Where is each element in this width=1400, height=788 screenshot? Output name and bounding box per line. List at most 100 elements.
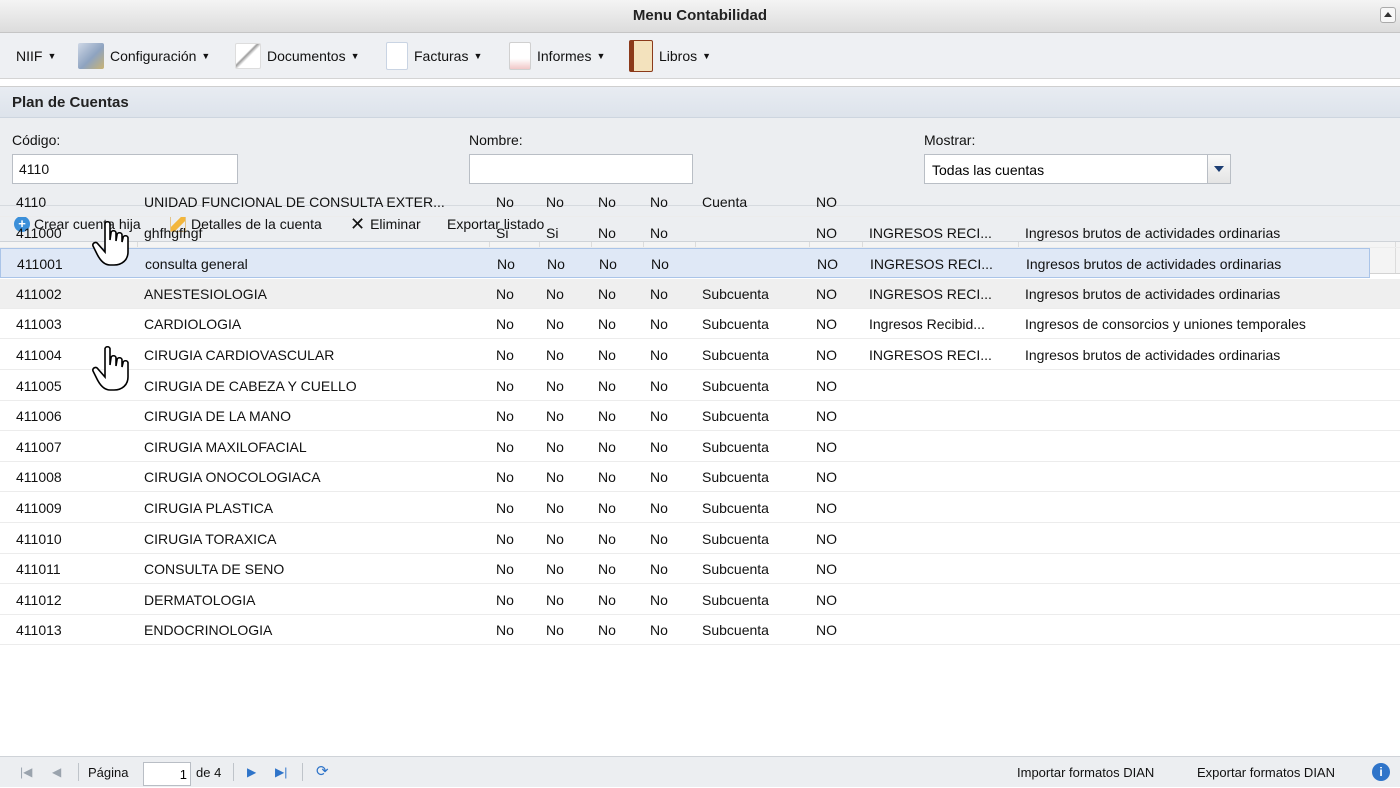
nombre-input[interactable]	[469, 154, 693, 184]
cell-formato: INGRESOS RECI...	[870, 256, 993, 273]
cell-conceptos: Ingresos brutos de actividades ordinaria…	[1025, 285, 1281, 302]
cell-niif: NO	[816, 500, 837, 516]
table-row[interactable]: 411012 DERMATOLOGIA No No No No Subcuenta NO	[0, 585, 1400, 615]
cell-niif: NO	[816, 591, 837, 608]
table-row[interactable]: 411000 ghfhgfhgf Si Si No No NO INGRESOS RECI..…	[0, 218, 1400, 248]
cell-formato: INGRESOS RECI...	[869, 224, 992, 241]
table-row[interactable]: 411008 CIRUGIA ONOCOLOGIACA No No No No Subcue…	[0, 462, 1400, 493]
export-dian-link[interactable]: Exportar formatos DIAN	[1197, 765, 1335, 780]
cell-mov: No	[496, 377, 514, 394]
cell-nombre: consulta general	[145, 256, 248, 273]
menu-bar: NIIF ▼ Configuración ▼ Documentos ▼ Factura…	[0, 33, 1400, 79]
menu-libros[interactable]: Libros ▼	[629, 33, 711, 79]
table-row[interactable]: 411006 CIRUGIA DE LA MANO No No No No Subcuent…	[0, 401, 1400, 432]
cell-sucursal: No	[650, 285, 668, 302]
table-row[interactable]: 4110 UNIDAD FUNCIONAL DE CONSULTA EXTER..…	[0, 187, 1400, 217]
cell-nit: Si	[546, 224, 559, 241]
cell-conceptos: Ingresos brutos de actividades ordinaria…	[1025, 347, 1281, 363]
table-row[interactable]: 411013 ENDOCRINOLOGIA No No No No Subcuenta NO	[0, 615, 1400, 646]
cell-niif: NO	[816, 194, 837, 210]
cell-mov: Si	[496, 224, 509, 241]
cell-centro: No	[598, 622, 616, 639]
cell-nombre: CONSULTA DE SENO	[144, 561, 285, 578]
first-page-icon[interactable]: |◀	[20, 765, 32, 779]
cell-niif: NO	[816, 438, 837, 455]
chevron-down-icon[interactable]	[1207, 155, 1230, 183]
cell-sucursal: No	[650, 316, 668, 333]
menu-facturas[interactable]: Facturas ▼	[386, 33, 482, 79]
cell-nombre: CIRUGIA MAXILOFACIAL	[144, 438, 307, 455]
table-row[interactable]: 411009 CIRUGIA PLASTICA No No No No Subcuenta N…	[0, 493, 1400, 523]
cell-mov: No	[496, 316, 514, 333]
cell-tipo	[696, 218, 810, 248]
menu-facturas-label: Facturas	[414, 48, 469, 64]
table-row[interactable]: 411002 ANESTESIOLOGIA No No No No Subcuenta NO I…	[0, 278, 1400, 309]
cell-sucursal: No	[650, 561, 668, 578]
pagination-bar: |◀ ◀ Página de 4 ▶ ▶| ⟳ Importar formato…	[0, 756, 1400, 787]
cell-centro: No	[599, 256, 617, 273]
cell-mov: No	[496, 530, 514, 547]
chevron-down-icon: ▼	[702, 51, 712, 61]
cell-sucursal: No	[650, 591, 668, 608]
cell-centro: No	[598, 224, 616, 241]
cell-centro: No	[598, 194, 616, 210]
info-icon[interactable]: i	[1372, 763, 1390, 781]
table-row[interactable]: 411005 CIRUGIA DE CABEZA Y CUELLO No No No No…	[0, 371, 1400, 401]
table-row[interactable]: 411010 CIRUGIA TORAXICA No No No No Subcuenta N…	[0, 524, 1400, 554]
table-row[interactable]: 411003 CARDIOLOGIA No No No No Subcuenta NO Ingr…	[0, 309, 1400, 340]
menu-documentos[interactable]: Documentos ▼	[235, 33, 360, 79]
cell-nit: No	[547, 256, 565, 273]
cell-conceptos	[1019, 462, 1379, 492]
hand-cursor-icon	[92, 220, 129, 266]
cell-centro: No	[598, 377, 616, 394]
menu-documentos-label: Documentos	[267, 48, 346, 64]
menu-configuracion[interactable]: Configuración ▼	[78, 33, 210, 79]
last-page-icon[interactable]: ▶|	[275, 765, 287, 779]
cell-tipo: Subcuenta	[702, 469, 769, 486]
menu-libros-label: Libros	[659, 48, 698, 64]
cell-tipo: Subcuenta	[702, 500, 769, 516]
menu-informes-label: Informes	[537, 48, 592, 64]
mostrar-select-value: Todas las cuentas	[932, 162, 1045, 178]
pager-separator	[233, 763, 234, 781]
table-row[interactable]: 411001 consulta general No No No No NO INGRESOS…	[0, 248, 1370, 279]
import-dian-link[interactable]: Importar formatos DIAN	[1017, 765, 1154, 780]
cell-sucursal: No	[650, 500, 668, 516]
chevron-down-icon: ▼	[201, 51, 211, 61]
chevron-down-icon: ▼	[473, 51, 483, 61]
pager-separator	[302, 763, 303, 781]
table-row[interactable]: 411007 CIRUGIA MAXILOFACIAL No No No No Subcue…	[0, 432, 1400, 462]
cell-codigo: 411006	[16, 408, 62, 425]
next-page-icon[interactable]: ▶	[247, 765, 256, 779]
menu-informes[interactable]: Informes ▼	[509, 33, 605, 79]
report-icon	[509, 42, 531, 70]
cell-conceptos	[1019, 524, 1379, 554]
cell-centro: No	[598, 347, 616, 363]
table-row[interactable]: 411011 CONSULTA DE SENO No No No No Subcuenta N…	[0, 554, 1400, 585]
cell-conceptos: Ingresos brutos de actividades ordinaria…	[1025, 224, 1281, 241]
prev-page-icon[interactable]: ◀	[52, 765, 61, 779]
codigo-input[interactable]	[12, 154, 238, 184]
cell-mov: No	[496, 408, 514, 425]
invoice-icon	[386, 42, 408, 70]
cell-nit: No	[546, 285, 564, 302]
pager-separator	[78, 763, 79, 781]
table-row[interactable]: 411004 CIRUGIA CARDIOVASCULAR No No No No Subc…	[0, 340, 1400, 370]
cell-tipo: Subcuenta	[702, 591, 769, 608]
cell-niif: NO	[816, 561, 837, 578]
cell-niif: NO	[817, 256, 838, 273]
refresh-icon[interactable]: ⟳	[316, 762, 329, 780]
cell-tipo: Subcuenta	[702, 438, 769, 455]
cell-mov: No	[496, 500, 514, 516]
cell-codigo: 411011	[16, 561, 61, 578]
collapse-icon[interactable]	[1380, 7, 1396, 23]
menu-niif[interactable]: NIIF ▼	[16, 33, 56, 79]
hand-cursor-icon	[92, 345, 129, 391]
cell-sucursal: No	[650, 194, 668, 210]
mostrar-select[interactable]: Todas las cuentas	[924, 154, 1231, 184]
page-number-input[interactable]	[143, 762, 191, 786]
cell-centro: No	[598, 591, 616, 608]
cell-sucursal: No	[650, 377, 668, 394]
cell-mov: No	[496, 469, 514, 486]
cell-nombre: UNIDAD FUNCIONAL DE CONSULTA EXTER...	[144, 194, 445, 210]
